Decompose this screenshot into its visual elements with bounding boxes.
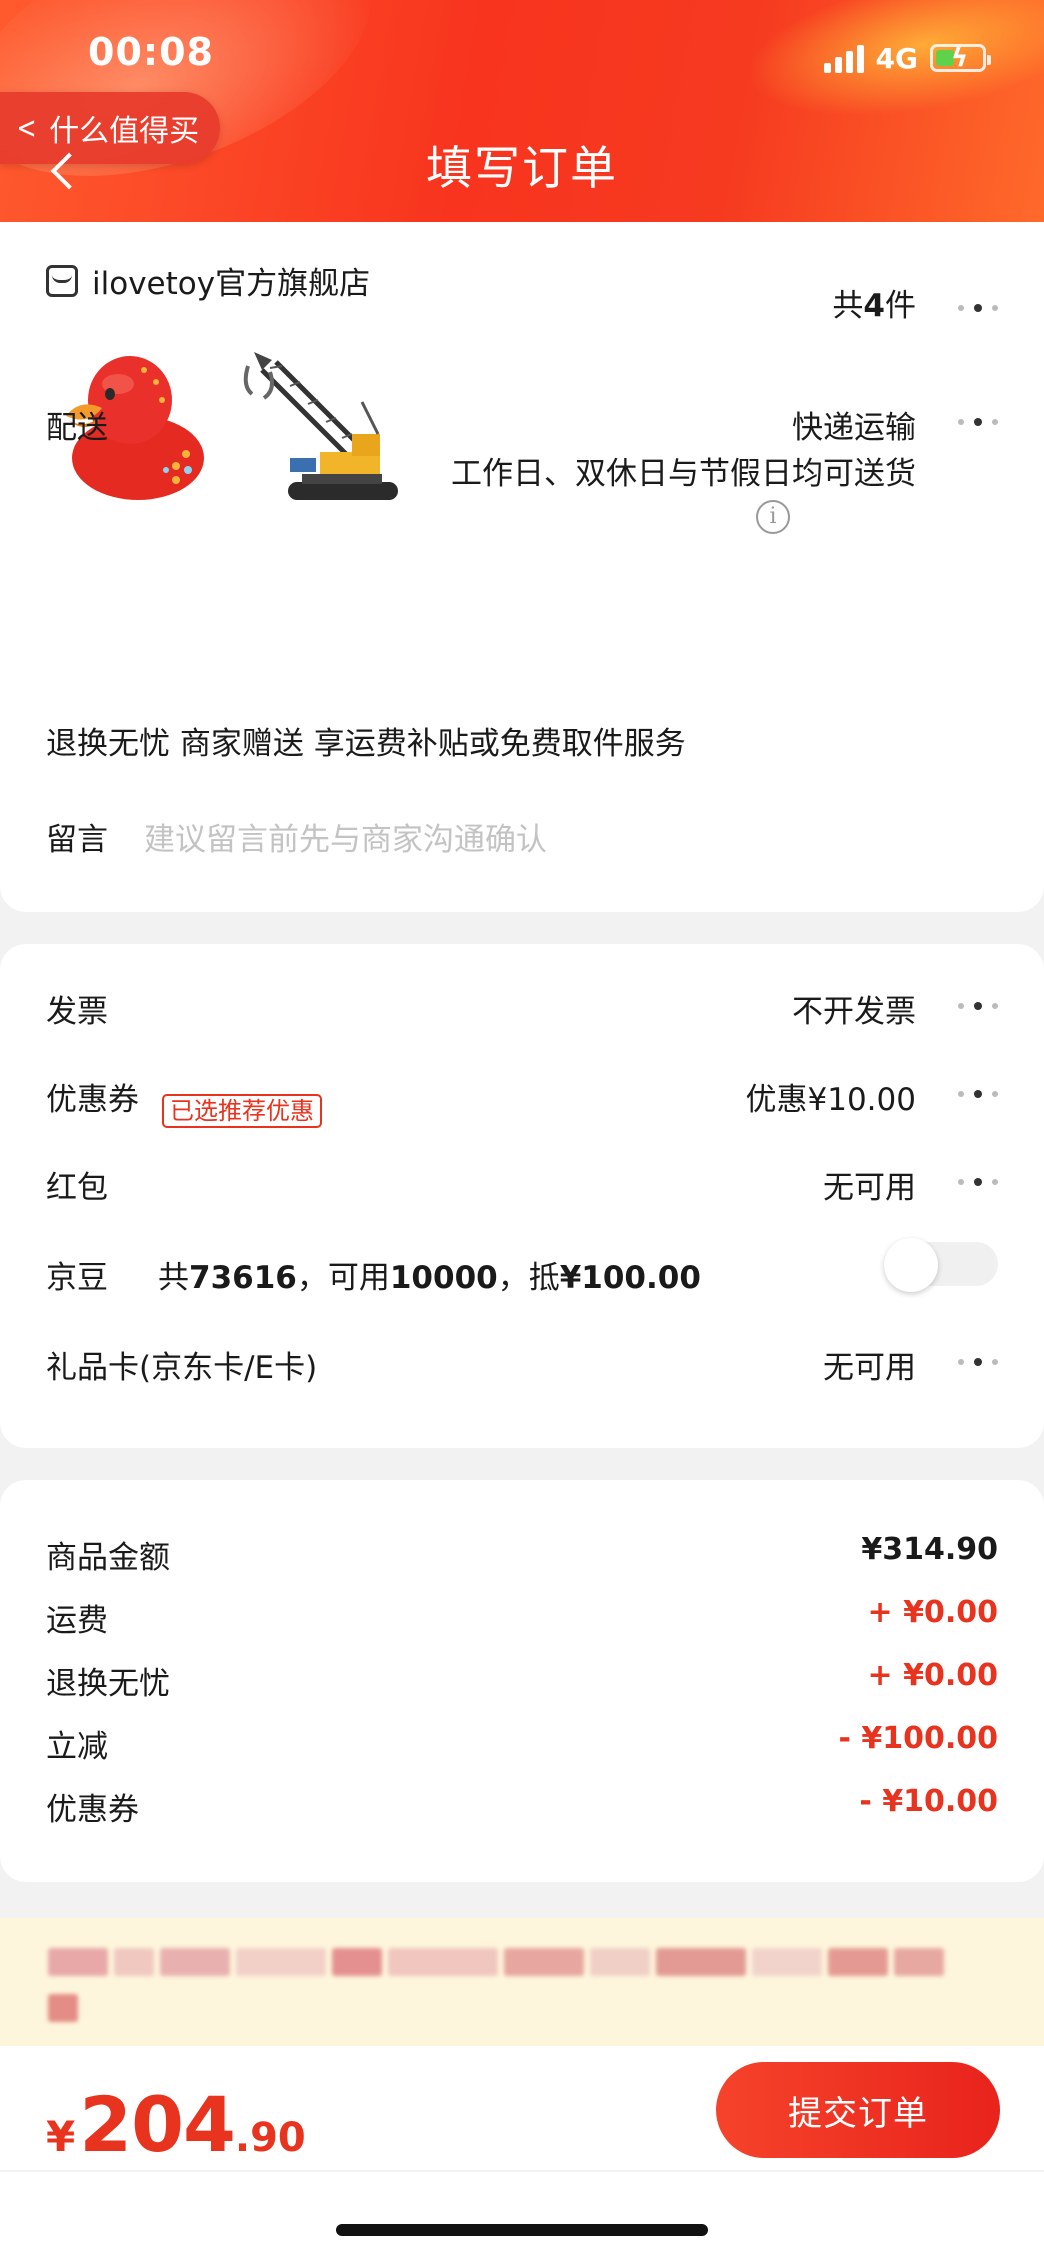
store-header[interactable]: ilovetoy官方旗舰店 bbox=[46, 258, 370, 303]
red-packet-label: 红包 bbox=[46, 1170, 108, 1206]
amount-label: 立减 bbox=[46, 1729, 108, 1765]
more-icon[interactable] bbox=[958, 304, 998, 312]
product-image-crane[interactable] bbox=[242, 342, 412, 512]
battery-icon: ϟ bbox=[930, 43, 991, 73]
home-indicator[interactable] bbox=[336, 2224, 708, 2236]
more-icon[interactable] bbox=[958, 418, 998, 426]
amount-label: 优惠券 bbox=[46, 1792, 139, 1828]
price-summary-card: 商品金额 ¥314.90 运费 + ¥0.00 退换无忧 + ¥0.00 立减 … bbox=[0, 1480, 1044, 1882]
coupon-label: 优惠券 bbox=[46, 1082, 139, 1118]
return-service-text: 退换无忧 商家赠送 享运费补贴或免费取件服务 bbox=[46, 726, 686, 762]
item-count[interactable]: 共4件 bbox=[832, 288, 916, 324]
amount-label: 运费 bbox=[46, 1603, 108, 1639]
delivery-label: 配送 bbox=[46, 410, 108, 446]
redacted-text bbox=[48, 1948, 944, 1976]
coupon-value[interactable]: 优惠¥10.00 bbox=[746, 1074, 916, 1119]
amount-value: + ¥0.00 bbox=[867, 1658, 998, 1693]
delivery-method[interactable]: 快递运输 bbox=[792, 402, 916, 447]
divider bbox=[0, 2170, 1044, 2172]
invoice-value[interactable]: 不开发票 bbox=[792, 986, 916, 1031]
status-indicators: 4G ϟ bbox=[823, 40, 991, 76]
amount-value: - ¥100.00 bbox=[838, 1721, 998, 1756]
more-icon[interactable] bbox=[958, 1358, 998, 1366]
store-icon bbox=[46, 264, 78, 297]
invoice-label: 发票 bbox=[46, 994, 108, 1030]
coupon-recommended-tag: 已选推荐优惠 bbox=[162, 1094, 322, 1128]
amount-label: 商品金额 bbox=[46, 1540, 170, 1576]
submit-order-button[interactable]: 提交订单 bbox=[716, 2062, 1000, 2158]
delivery-schedule: 工作日、双休日与节假日均可送货 bbox=[451, 456, 916, 492]
discounts-card: 发票 不开发票 优惠券 已选推荐优惠 优惠¥10.00 红包 无可用 京豆 共7… bbox=[0, 944, 1044, 1448]
gift-card-value[interactable]: 无可用 bbox=[823, 1342, 916, 1387]
status-time: 00:08 bbox=[88, 30, 214, 74]
redacted-text bbox=[48, 1994, 78, 2022]
header: 00:08 4G ϟ < 什么值得买 填写订单 bbox=[0, 0, 1044, 222]
message-input[interactable]: 建议留言前先与商家沟通确认 bbox=[144, 814, 547, 859]
info-icon[interactable]: i bbox=[756, 500, 790, 534]
more-icon[interactable] bbox=[958, 1178, 998, 1186]
more-icon[interactable] bbox=[958, 1090, 998, 1098]
message-label: 留言 bbox=[46, 822, 108, 858]
amount-value: - ¥10.00 bbox=[859, 1784, 998, 1819]
amount-value: ¥314.90 bbox=[861, 1532, 998, 1567]
page-title: 填写订单 bbox=[426, 141, 618, 195]
order-items-card: ilovetoy官方旗舰店 共4件 配送 快递运输 工作日、双休日与节假日均可送… bbox=[0, 222, 1044, 912]
amount-label: 退换无忧 bbox=[46, 1666, 170, 1702]
jingdou-detail: 共73616，可用10000，抵¥100.00 bbox=[158, 1260, 701, 1296]
network-type: 4G bbox=[875, 41, 918, 75]
more-icon[interactable] bbox=[958, 1002, 998, 1010]
toggle-knob bbox=[884, 1238, 938, 1292]
store-name: ilovetoy官方旗舰店 bbox=[92, 266, 371, 302]
gift-card-label: 礼品卡(京东卡/E卡) bbox=[46, 1350, 318, 1386]
jingdou-toggle[interactable] bbox=[884, 1238, 998, 1292]
jingdou-label: 京豆 bbox=[46, 1260, 108, 1296]
total-price: ¥ 204 .90 bbox=[46, 2080, 306, 2169]
amount-value: + ¥0.00 bbox=[867, 1595, 998, 1630]
red-packet-value[interactable]: 无可用 bbox=[823, 1162, 916, 1207]
signal-icon bbox=[823, 43, 864, 73]
address-notice-redacted[interactable] bbox=[0, 1918, 1044, 2046]
